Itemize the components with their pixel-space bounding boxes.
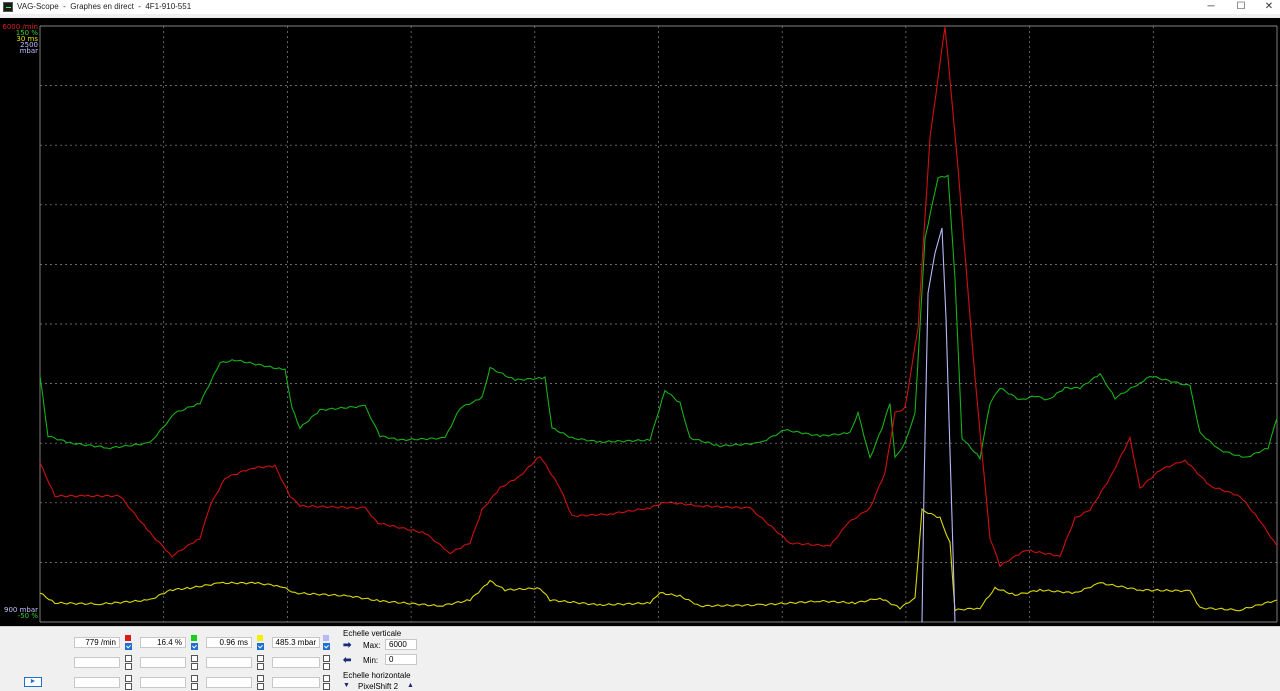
channel-7-checkbox[interactable] [257, 663, 264, 670]
arrow-right-icon[interactable]: ➡ [343, 641, 355, 651]
graph-plot-area [39, 25, 1278, 623]
channel-10-value [140, 677, 186, 688]
window-title: VAG-Scope - Graphes en direct - 4F1-910-… [17, 2, 192, 11]
vertical-scale-title: Echelle verticale [343, 629, 402, 638]
channel-5-checkbox[interactable] [125, 663, 132, 670]
channel-12-color-checkbox[interactable] [323, 675, 330, 682]
scale-bottom-percent: -50 % [17, 612, 38, 620]
channel-3-checkbox[interactable] [257, 643, 264, 650]
channel-2-color-swatch[interactable] [191, 635, 197, 641]
channel-2-checkbox[interactable] [191, 643, 198, 650]
channel-7-color-checkbox[interactable] [257, 655, 264, 662]
title-bar: VAG-Scope - Graphes en direct - 4F1-910-… [0, 0, 1280, 14]
channel-8-value [272, 657, 320, 668]
maximize-button[interactable]: ☐ [1226, 0, 1256, 14]
channel-1-value: 779 /min [74, 637, 120, 648]
channel-11-value [206, 677, 252, 688]
channel-4-color-swatch[interactable] [323, 635, 329, 641]
min-input[interactable]: 0 [385, 654, 417, 665]
channel-9-color-checkbox[interactable] [125, 675, 132, 682]
channel-4-value: 485.3 mbar [272, 637, 320, 648]
minimize-button[interactable]: ─ [1196, 0, 1226, 14]
channel-4-checkbox[interactable] [323, 643, 330, 650]
channel-5-color-checkbox[interactable] [125, 655, 132, 662]
channel-7-value [206, 657, 252, 668]
channel-10-checkbox[interactable] [191, 683, 198, 690]
max-input[interactable]: 6000 [385, 639, 417, 650]
channel-10-color-checkbox[interactable] [191, 675, 198, 682]
channel-6-color-checkbox[interactable] [191, 655, 198, 662]
trace-yellow [39, 508, 1278, 612]
horizontal-scale-mode[interactable]: PixelShift 2 [358, 682, 398, 691]
channel-2-value: 16.4 % [140, 637, 186, 648]
grid-lines [39, 25, 1278, 623]
oscilloscope-graph[interactable]: 6000 /min 150 % 30 ms 2500 mbar 900 mbar… [0, 18, 1280, 626]
trace-lavender [921, 227, 956, 623]
channel-12-checkbox[interactable] [323, 683, 330, 690]
channel-12-value [272, 677, 320, 688]
channel-9-checkbox[interactable] [125, 683, 132, 690]
app-icon [3, 2, 13, 12]
channel-6-value [140, 657, 186, 668]
control-panel: 779 /min 16.4 % 0.96 ms 485.3 mbar Echel… [0, 626, 1280, 691]
channel-3-value: 0.96 ms [206, 637, 252, 648]
min-label: Min: [363, 656, 379, 665]
close-button[interactable]: ✕ [1254, 0, 1280, 14]
horizontal-scale-title: Echelle horizontale [343, 671, 411, 680]
max-label: Max: [363, 641, 381, 650]
channel-3-color-swatch[interactable] [257, 635, 263, 641]
channel-9-value [74, 677, 120, 688]
channel-11-color-checkbox[interactable] [257, 675, 264, 682]
channel-8-color-checkbox[interactable] [323, 655, 330, 662]
channel-1-color-swatch[interactable] [125, 635, 131, 641]
channel-6-checkbox[interactable] [191, 663, 198, 670]
channel-5-value [74, 657, 120, 668]
channel-8-checkbox[interactable] [323, 663, 330, 670]
channel-1-checkbox[interactable] [125, 643, 132, 650]
arrow-left-icon[interactable]: ⬅ [343, 656, 355, 666]
scale-top-mbar: 2500 mbar [19, 41, 38, 55]
channel-11-checkbox[interactable] [257, 683, 264, 690]
